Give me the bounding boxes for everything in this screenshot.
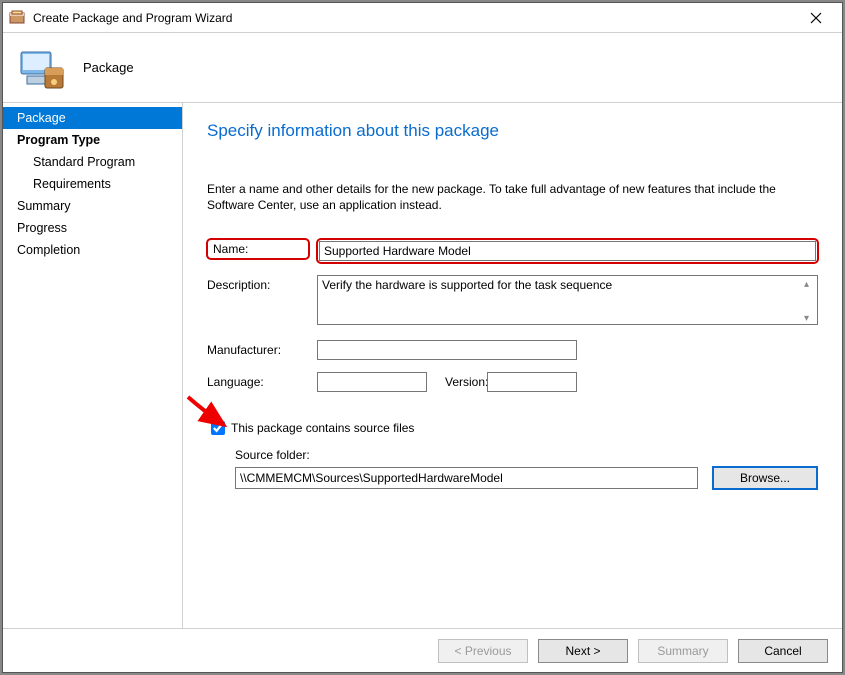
nav-requirements[interactable]: Requirements: [3, 173, 182, 195]
name-label: Name:: [207, 239, 309, 259]
source-files-row: This package contains source files: [207, 418, 818, 438]
content-pane: Specify information about this package E…: [183, 103, 842, 628]
language-row: Language: Version:: [207, 372, 818, 392]
wizard-body: Package Program Type Standard Program Re…: [3, 103, 842, 628]
app-icon: [9, 10, 25, 26]
page-title: Specify information about this package: [207, 121, 818, 141]
manufacturer-label: Manufacturer:: [207, 340, 317, 357]
source-files-checkbox[interactable]: [211, 421, 225, 435]
instructions-text: Enter a name and other details for the n…: [207, 181, 817, 213]
nav-completion[interactable]: Completion: [3, 239, 182, 261]
nav-package[interactable]: Package: [3, 107, 182, 129]
source-folder-input[interactable]: [235, 467, 698, 489]
summary-button: Summary: [638, 639, 728, 663]
name-row: Name:: [207, 239, 818, 263]
wizard-window: Create Package and Program Wizard Packag…: [2, 2, 843, 673]
source-folder-label: Source folder:: [235, 448, 818, 462]
name-input[interactable]: [319, 241, 816, 261]
name-input-wrap: [317, 239, 818, 263]
description-label: Description:: [207, 275, 317, 292]
wizard-header: Package: [3, 33, 842, 103]
window-title: Create Package and Program Wizard: [33, 11, 796, 25]
nav-program-type[interactable]: Program Type: [3, 129, 182, 151]
source-files-label[interactable]: This package contains source files: [231, 421, 414, 435]
description-row: Description: ▴▾: [207, 275, 818, 328]
nav-progress[interactable]: Progress: [3, 217, 182, 239]
cancel-button[interactable]: Cancel: [738, 639, 828, 663]
version-input[interactable]: [487, 372, 577, 392]
package-icon: [17, 44, 65, 92]
sidebar: Package Program Type Standard Program Re…: [3, 103, 183, 628]
footer: < Previous Next > Summary Cancel: [3, 628, 842, 672]
language-input[interactable]: [317, 372, 427, 392]
language-label: Language:: [207, 372, 317, 389]
nav-standard-program[interactable]: Standard Program: [3, 151, 182, 173]
version-label: Version:: [427, 372, 487, 389]
manufacturer-row: Manufacturer:: [207, 340, 818, 360]
previous-button: < Previous: [438, 639, 528, 663]
manufacturer-input[interactable]: [317, 340, 577, 360]
browse-button[interactable]: Browse...: [712, 466, 818, 490]
close-button[interactable]: [796, 4, 836, 32]
titlebar: Create Package and Program Wizard: [3, 3, 842, 33]
nav-summary[interactable]: Summary: [3, 195, 182, 217]
header-label: Package: [83, 60, 134, 75]
next-button[interactable]: Next >: [538, 639, 628, 663]
description-input[interactable]: [317, 275, 818, 325]
source-folder-block: Source folder: Browse...: [235, 448, 818, 490]
